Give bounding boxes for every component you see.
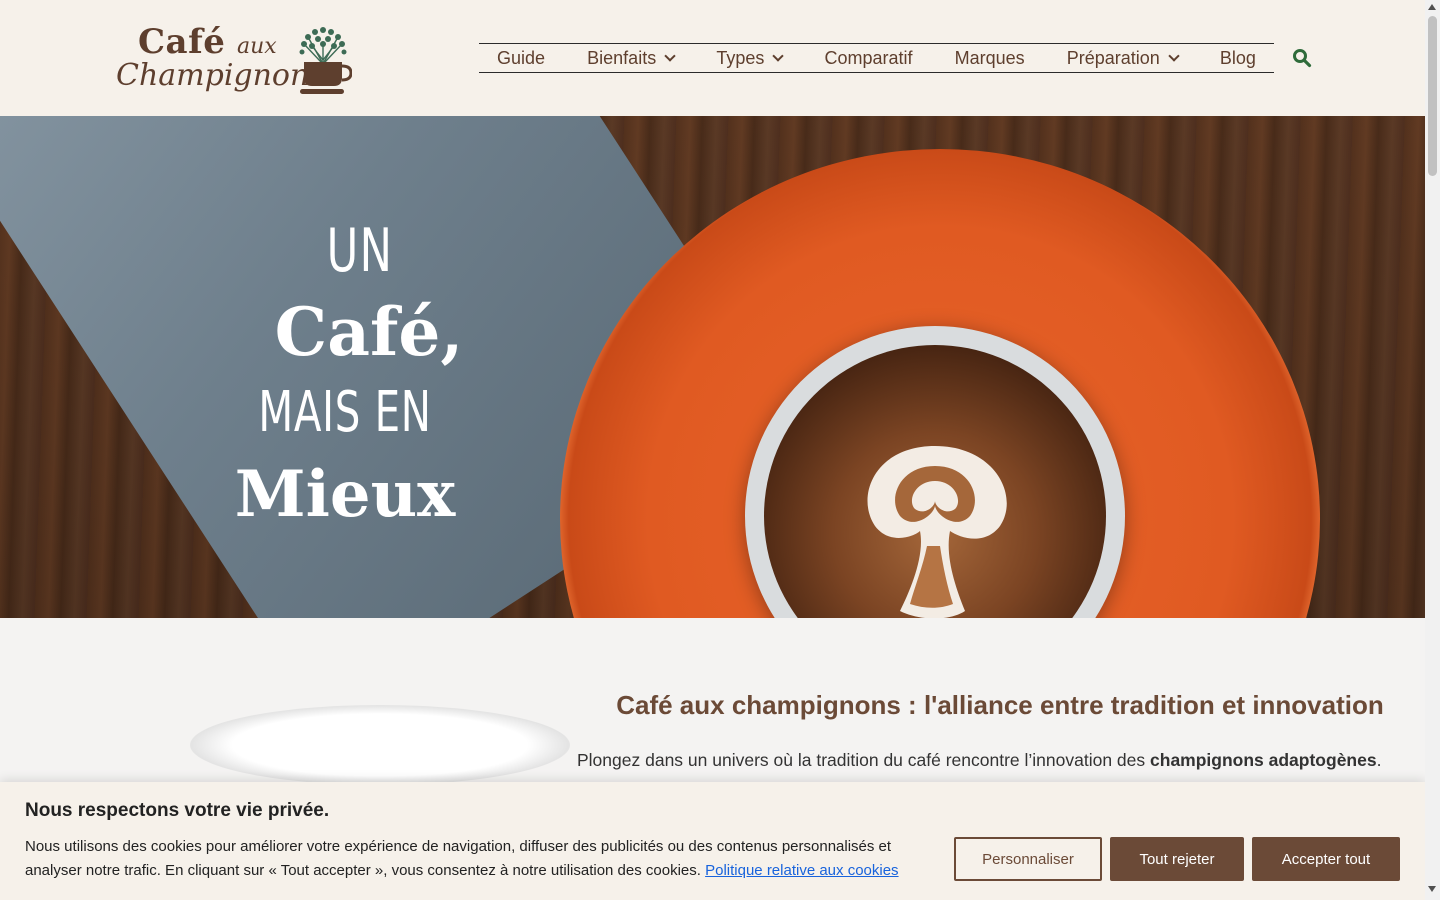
cookie-title: Nous respectons votre vie privée.	[25, 800, 330, 821]
scrollbar-thumb[interactable]	[1428, 16, 1437, 176]
nav-label: Types	[716, 47, 765, 68]
main-navigation: Guide Bienfaits Types Comparatif Marques…	[479, 43, 1274, 73]
search-icon[interactable]	[1292, 48, 1312, 68]
site-header: Café aux Champignons Guide Bienfaits Typ…	[0, 0, 1425, 116]
cookie-policy-link[interactable]: Politique relative aux cookies	[705, 862, 898, 879]
chevron-down-icon	[1168, 50, 1180, 62]
logo-text-aux: aux	[237, 34, 277, 59]
nav-item-comparatif[interactable]: Comparatif	[824, 48, 912, 69]
nav-label: Bienfaits	[587, 47, 657, 68]
cookie-consent-banner: Nous respectons votre vie privée. Nous u…	[0, 782, 1425, 900]
nav-item-blog[interactable]: Blog	[1220, 48, 1256, 69]
paragraph-end: .	[1376, 750, 1382, 770]
mushroom-latte-art-icon	[867, 446, 1007, 618]
nav-item-bienfaits[interactable]: Bienfaits	[587, 47, 676, 69]
nav-label: Marques	[954, 47, 1025, 68]
mushroom-cup-icon	[299, 27, 352, 94]
nav-label: Guide	[497, 47, 546, 68]
paragraph-text: Plongez dans un univers où la tradition …	[577, 750, 1151, 770]
logo-text-cafe: Café	[138, 22, 226, 62]
accept-all-button[interactable]: Accepter tout	[1252, 837, 1400, 881]
scroll-down-arrow-icon[interactable]	[1428, 886, 1436, 892]
hero-line-cafe: Café,	[274, 293, 464, 371]
customize-button[interactable]: Personnaliser	[954, 837, 1102, 881]
section-title: Café aux champignons : l'alliance entre …	[616, 690, 1384, 720]
hero-banner: UN Café, MAIS EN Mieux	[0, 116, 1425, 618]
paragraph-bold-text: champignons adaptogènes	[1150, 750, 1377, 770]
white-cup-image	[190, 705, 570, 785]
nav-item-marques[interactable]: Marques	[955, 48, 1025, 69]
nav-label: Blog	[1219, 47, 1256, 68]
nav-item-guide[interactable]: Guide	[497, 48, 545, 69]
hero-headline: UN Café, MAIS EN Mieux	[200, 211, 520, 537]
hero-line-un: UN	[326, 216, 394, 286]
hero-line-mieux: Mieux	[234, 457, 456, 532]
reject-all-button[interactable]: Tout rejeter	[1110, 837, 1244, 881]
cookie-description: Nous utilisons des cookies pour améliore…	[25, 835, 925, 883]
site-logo[interactable]: Café aux Champignons	[114, 20, 354, 100]
nav-item-types[interactable]: Types	[716, 47, 785, 69]
chevron-down-icon	[772, 50, 785, 62]
scroll-up-arrow-icon[interactable]	[1428, 4, 1436, 10]
hero-line-mais-en: MAIS EN	[258, 380, 432, 445]
nav-item-preparation[interactable]: Préparation	[1066, 47, 1180, 69]
section-paragraph: Plongez dans un univers où la tradition …	[577, 747, 1407, 773]
nav-label: Préparation	[1066, 47, 1160, 68]
nav-label: Comparatif	[824, 47, 913, 68]
chevron-down-icon	[664, 50, 676, 62]
